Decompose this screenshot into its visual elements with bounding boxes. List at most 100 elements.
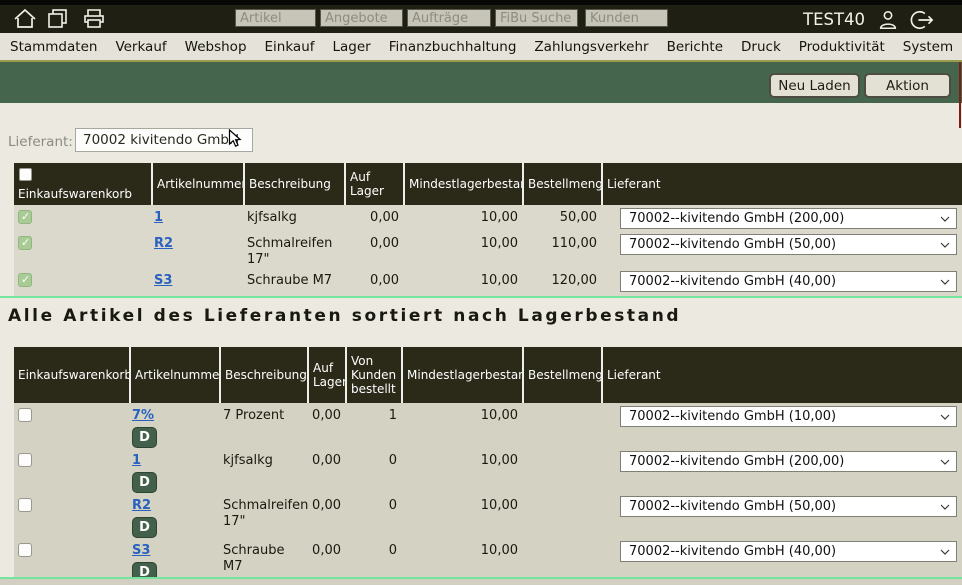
artikelnummer-link[interactable]: S3 — [132, 543, 150, 558]
pages-icon[interactable] — [46, 8, 70, 34]
lieferant-select[interactable]: 70002--kivitendo GmbH (40,00) — [620, 541, 957, 562]
column-header-auf-lager: Auf Lager — [308, 347, 346, 403]
menu-druck[interactable]: Druck — [741, 39, 781, 55]
artikelnummer-link[interactable]: R2 — [154, 236, 173, 251]
cell-lieferant: 70002--kivitendo GmbH (50,00) — [602, 231, 962, 268]
cell-lieferant: 70002--kivitendo GmbH (200,00) — [602, 448, 962, 493]
kivitendo-app: TEST40 Stammdaten Verkauf Webshop Einkau… — [0, 0, 962, 585]
lieferant-select[interactable]: 70002--kivitendo GmbH (50,00) — [620, 234, 957, 255]
column-header-mindestlagerbestand: Mindestlagerbestand — [404, 163, 523, 205]
search-fibu-input[interactable] — [495, 9, 578, 27]
cell-beschreibung: Schmalreifen 17" — [220, 493, 308, 538]
details-badge-button[interactable]: D — [132, 427, 157, 448]
lieferant-select[interactable]: 70002--kivitendo GmbH (200,00) — [620, 451, 957, 472]
cell-auf-lager: 0,00 — [345, 231, 404, 268]
lieferant-select[interactable]: 70002--kivitendo GmbH (40,00) — [620, 271, 957, 292]
column-header-auf-lager: Auf Lager — [345, 163, 404, 205]
artikelnummer-link[interactable]: R2 — [132, 498, 151, 513]
table-row: R2 D Schmalreifen 17" 0,00 0 10,00 70002… — [14, 493, 962, 538]
cell-bestellmenge: 120,00 — [523, 268, 602, 296]
lieferant-select[interactable]: 70002--kivitendo GmbH (10,00) — [620, 406, 957, 427]
column-header-beschreibung: Beschreibung — [220, 347, 308, 403]
section-title: Alle Artikel des Lieferanten sortiert na… — [8, 306, 681, 326]
cell-von-kunden-bestellt: 0 — [346, 448, 402, 493]
supplier-articles-table: Einkaufswarenkorb Artikelnummer Beschrei… — [14, 347, 962, 583]
select-all-checkbox[interactable] — [19, 168, 32, 181]
details-badge-button[interactable]: D — [132, 517, 157, 538]
separator-line — [0, 296, 962, 298]
row-checkbox[interactable] — [18, 408, 32, 422]
lieferant-label: Lieferant: — [8, 134, 73, 150]
home-icon[interactable] — [12, 8, 38, 34]
cell-artikelnummer: 1 D — [130, 448, 220, 493]
neu-laden-button[interactable]: Neu Laden — [769, 73, 860, 98]
cell-lieferant: 70002--kivitendo GmbH (50,00) — [602, 493, 962, 538]
search-kunden-input[interactable] — [585, 9, 668, 27]
menu-zahlungsverkehr[interactable]: Zahlungsverkehr — [534, 39, 648, 55]
search-artikel-input[interactable] — [235, 9, 316, 27]
bottom-strip — [0, 579, 962, 585]
lieferant-select[interactable]: 70002--kivitendo GmbH (200,00) — [620, 208, 957, 229]
printer-icon[interactable] — [82, 8, 106, 34]
cell-checkbox — [14, 448, 130, 493]
cart-articles-table: Einkaufswarenkorb Artikelnummer Beschrei… — [14, 163, 962, 296]
cell-lieferant: 70002--kivitendo GmbH (40,00) — [602, 268, 962, 296]
artikelnummer-link[interactable]: 7% — [132, 408, 154, 423]
chevron-down-icon — [940, 216, 950, 222]
column-header-artikelnummer: Artikelnummer — [152, 163, 244, 205]
menu-berichte[interactable]: Berichte — [667, 39, 723, 55]
cell-bestellmenge — [523, 448, 602, 493]
column-header-bestellmenge: Bestellmenge — [523, 163, 602, 205]
menu-system[interactable]: System — [903, 39, 953, 55]
action-band: Neu Laden Aktion — [0, 62, 962, 103]
lieferant-select[interactable]: 70002--kivitendo GmbH (50,00) — [620, 496, 957, 517]
column-header-bestellmenge: Bestellmenge — [523, 347, 602, 403]
row-checkbox[interactable] — [18, 453, 32, 467]
column-header-einkaufswarenkorb: Einkaufswarenkorb — [14, 163, 152, 205]
menu-einkauf[interactable]: Einkauf — [265, 39, 315, 55]
chevron-down-icon — [940, 504, 950, 510]
chevron-down-icon — [940, 459, 950, 465]
lieferant-input[interactable] — [75, 128, 253, 152]
chevron-down-icon — [940, 279, 950, 285]
cell-auf-lager: 0,00 — [345, 205, 404, 231]
cell-mindestlagerbestand: 10,00 — [402, 448, 523, 493]
row-checkbox[interactable]: ✓ — [18, 236, 32, 250]
table-row: 7% D 7 Prozent 0,00 1 10,00 70002--kivit… — [14, 403, 962, 448]
cell-auf-lager: 0,00 — [345, 268, 404, 296]
cell-bestellmenge — [523, 403, 602, 448]
logout-icon[interactable] — [910, 9, 936, 35]
menu-lager[interactable]: Lager — [333, 39, 371, 55]
menu-finanzbuchhaltung[interactable]: Finanzbuchhaltung — [389, 39, 517, 55]
cell-auf-lager: 0,00 — [308, 403, 346, 448]
cell-artikelnummer: 1 — [152, 205, 244, 231]
table-row: 1 D kjfsalkg 0,00 0 10,00 70002--kiviten… — [14, 448, 962, 493]
cell-bestellmenge: 110,00 — [523, 231, 602, 268]
menu-produktivitaet[interactable]: Produktivität — [799, 39, 885, 55]
menu-stammdaten[interactable]: Stammdaten — [10, 39, 97, 55]
row-checkbox[interactable] — [18, 543, 32, 557]
artikelnummer-link[interactable]: 1 — [154, 210, 163, 225]
user-icon[interactable] — [877, 9, 899, 35]
cell-artikelnummer: S3 — [152, 268, 244, 296]
cell-checkbox: ✓ — [14, 231, 152, 268]
details-badge-button[interactable]: D — [132, 472, 157, 493]
topbar: TEST40 — [0, 5, 962, 33]
artikelnummer-link[interactable]: 1 — [132, 453, 141, 468]
cell-beschreibung: kjfsalkg — [220, 448, 308, 493]
aktion-button[interactable]: Aktion — [864, 73, 951, 98]
menu-webshop[interactable]: Webshop — [185, 39, 247, 55]
cell-mindestlagerbestand: 10,00 — [402, 493, 523, 538]
column-header-lieferant: Lieferant — [602, 163, 962, 205]
cell-artikelnummer: R2 — [152, 231, 244, 268]
row-checkbox[interactable] — [18, 498, 32, 512]
cell-von-kunden-bestellt: 1 — [346, 403, 402, 448]
menu-verkauf[interactable]: Verkauf — [115, 39, 166, 55]
cell-mindestlagerbestand: 10,00 — [404, 268, 523, 296]
row-checkbox[interactable]: ✓ — [18, 210, 32, 224]
search-auftraege-input[interactable] — [407, 9, 491, 27]
artikelnummer-link[interactable]: S3 — [154, 273, 172, 288]
row-checkbox[interactable]: ✓ — [18, 273, 32, 287]
cell-lieferant: 70002--kivitendo GmbH (10,00) — [602, 403, 962, 448]
search-angebote-input[interactable] — [320, 9, 403, 27]
